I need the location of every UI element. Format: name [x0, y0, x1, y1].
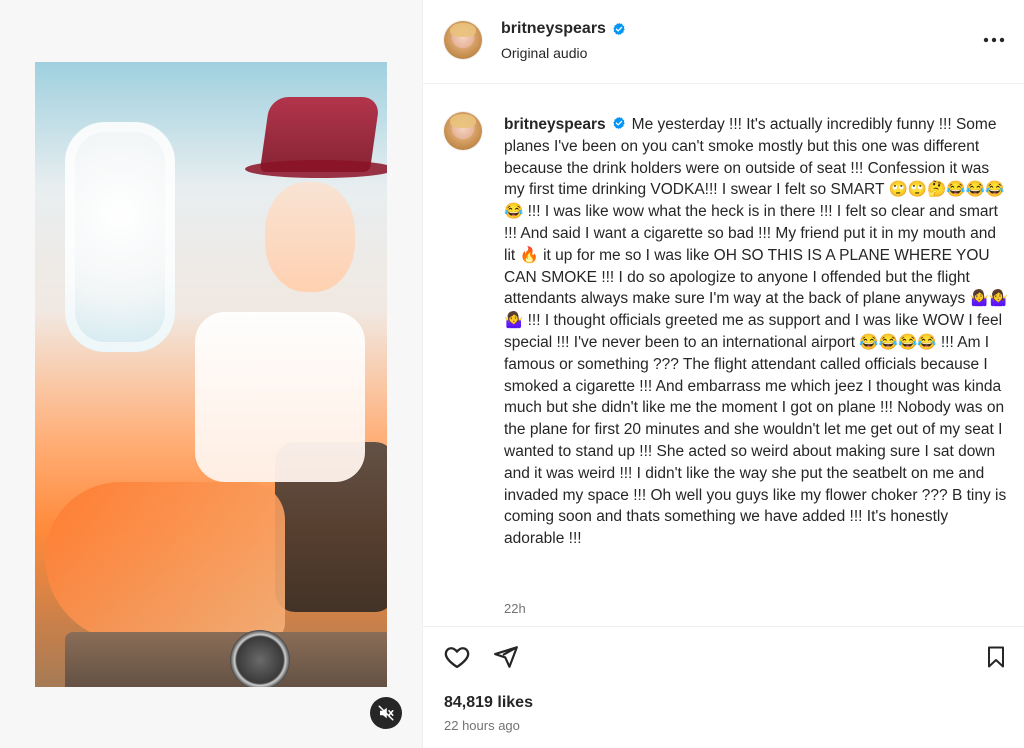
caption-username[interactable]: britneyspears [504, 116, 606, 133]
audio-label[interactable]: Original audio [501, 45, 587, 61]
more-options-icon[interactable] [981, 30, 1007, 50]
avatar[interactable] [444, 21, 482, 59]
caption-text: Me yesterday !!! It's actually incredibl… [504, 116, 1009, 548]
cup-holder-shape [230, 630, 290, 687]
post-actions: 84,819 likes 22 hours ago [423, 626, 1024, 748]
save-button[interactable] [981, 642, 1011, 672]
post-time-ago[interactable]: 22 hours ago [444, 718, 520, 733]
shirt-shape [195, 312, 365, 482]
airplane-window [65, 122, 175, 352]
header-username[interactable]: britneyspears [501, 20, 626, 38]
share-button[interactable] [491, 642, 521, 672]
caption-timestamp[interactable]: 22h [504, 601, 526, 616]
caption-area: britneyspears Me yesterday !!! It's actu… [423, 84, 1024, 626]
media-pane [0, 0, 422, 748]
caption-avatar[interactable] [444, 112, 482, 150]
paper-plane-icon [494, 646, 518, 668]
bookmark-icon [988, 646, 1004, 668]
post-side-panel: britneyspears Original audio britneyspea… [422, 0, 1024, 748]
heart-icon [444, 647, 470, 669]
post-video[interactable] [35, 62, 387, 687]
username-text[interactable]: britneyspears [501, 20, 606, 38]
ellipsis-icon [983, 37, 1005, 43]
like-button[interactable] [442, 642, 472, 672]
post-header: britneyspears Original audio [423, 0, 1024, 84]
legs-shape [45, 482, 285, 642]
speaker-muted-icon [378, 705, 394, 721]
instagram-post-view: britneyspears Original audio britneyspea… [0, 0, 1024, 748]
hat-brim-shape [245, 160, 387, 178]
verified-badge-icon [612, 116, 625, 130]
likes-count[interactable]: 84,819 likes [444, 694, 533, 712]
verified-badge-icon [613, 22, 625, 36]
mute-toggle-button[interactable] [370, 697, 402, 729]
post-caption: britneyspears Me yesterday !!! It's actu… [504, 114, 1009, 550]
tray-table-shape [65, 632, 387, 687]
face-shape [265, 182, 355, 292]
